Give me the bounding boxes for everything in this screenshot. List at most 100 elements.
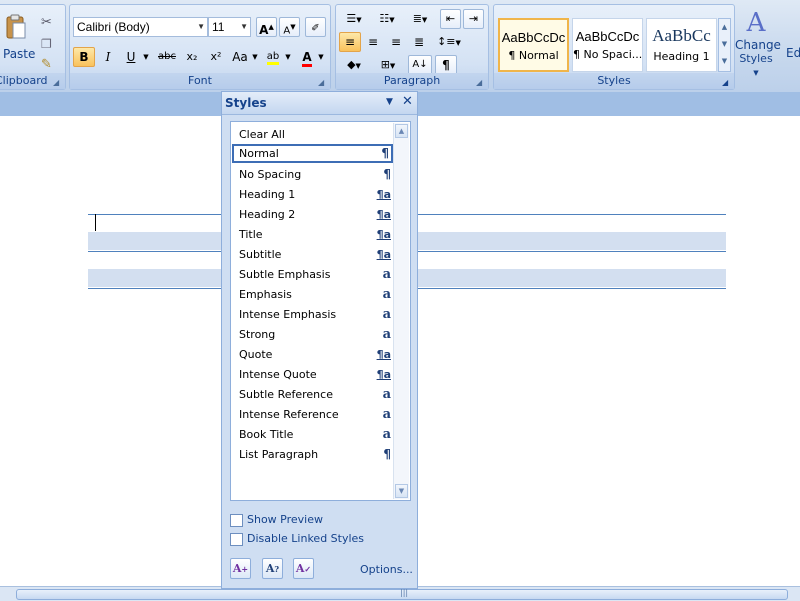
style-item-emphasis[interactable]: Emphasis a [232,285,393,304]
show-formatting-marks-button[interactable]: ¶ [435,55,457,75]
styles-list[interactable]: Clear All Normal ¶ No Spacing ¶ Heading … [230,121,411,501]
bullet-list-icon: ☰ [346,12,357,25]
multilevel-list-button[interactable]: ≣▼ [405,9,435,29]
justify-button[interactable]: ≣ [408,32,430,52]
underline-dropdown-icon[interactable]: ▼ [141,47,151,67]
change-case-button[interactable]: Aa [229,47,251,67]
grow-font-button[interactable]: A▲ [256,17,277,37]
chevron-up-icon[interactable]: ▲ [719,19,730,36]
font-name-combo[interactable]: Calibri (Body) ▼ [73,17,208,37]
chevron-down-icon[interactable]: ▼ [719,36,730,53]
scroll-down-icon[interactable]: ▼ [395,484,408,498]
pane-menu-chevron-icon[interactable]: ▼ [386,97,393,107]
styles-launcher-icon[interactable]: ◢ [722,78,731,87]
style-item-subtle-reference[interactable]: Subtle Reference a [232,385,393,404]
align-left-button[interactable]: ≡ [339,32,361,52]
align-right-icon: ≡ [390,35,402,49]
style-item-list-paragraph[interactable]: List Paragraph ¶ [232,445,393,464]
change-styles-button[interactable]: A Change Styles ▼ [735,8,781,77]
underline-button[interactable]: U [121,47,141,67]
new-style-icon: A+ [232,562,249,575]
show-preview-label: Show Preview [247,513,323,526]
font-name-value: Calibri (Body) [77,20,150,34]
style-item-book-title[interactable]: Book Title a [232,425,393,444]
paragraph-launcher-icon[interactable]: ◢ [476,78,485,87]
more-icon[interactable]: ▼ [719,53,730,70]
style-item-subtitle[interactable]: Subtitle ¶a [232,245,393,264]
paste-button[interactable]: Paste [3,47,35,61]
style-item-no-spacing[interactable]: No Spacing ¶ [232,165,393,184]
editing-group-partial[interactable]: Ed [786,46,800,60]
style-item-quote[interactable]: Quote ¶a [232,345,393,364]
pilcrow-icon: ¶ [442,58,450,72]
format-painter-icon[interactable]: ✎ [41,57,52,72]
show-preview-row[interactable]: Show Preview [230,513,323,529]
style-item-title[interactable]: Title ¶a [232,225,393,244]
copy-icon[interactable]: ❐ [41,37,52,51]
sort-button[interactable]: A↓ [408,55,432,75]
superscript-button[interactable]: x² [205,47,227,67]
change-case-dropdown-icon[interactable]: ▼ [250,47,260,67]
numbering-button[interactable]: ☷▼ [372,9,402,29]
bold-button[interactable]: B [73,47,95,67]
font-group-label: Font [70,73,330,89]
cut-icon[interactable]: ✂ [41,15,52,30]
style-item-intense-emphasis[interactable]: Intense Emphasis a [232,305,393,324]
character-style-icon: a [382,407,391,422]
paste-icon[interactable] [5,13,27,41]
close-icon[interactable]: ✕ [402,94,413,109]
linked-style-icon: ¶a [376,348,391,361]
style-item-label: Clear All [239,128,285,141]
style-item-label: Strong [239,328,276,341]
highlight-dropdown-icon[interactable]: ▼ [283,47,293,67]
linked-style-icon: ¶a [376,248,391,261]
increase-indent-icon: ⇥ [468,12,479,25]
style-tile-heading-1[interactable]: AaBbCc Heading 1 [646,18,717,72]
font-color-button[interactable]: A [297,47,317,67]
style-inspector-button[interactable]: A? [262,558,283,579]
style-item-heading-1[interactable]: Heading 1 ¶a [232,185,393,204]
styles-list-scrollbar[interactable]: ▲ ▼ [393,123,409,499]
style-item-subtle-emphasis[interactable]: Subtle Emphasis a [232,265,393,284]
options-link[interactable]: Options... [360,563,413,576]
highlight-button[interactable]: ab [262,47,284,67]
scroll-up-icon[interactable]: ▲ [395,124,408,138]
increase-indent-button[interactable]: ⇥ [463,9,484,29]
font-color-dropdown-icon[interactable]: ▼ [316,47,326,67]
styles-gallery-scroll[interactable]: ▲ ▼ ▼ [718,18,731,72]
style-item-intense-reference[interactable]: Intense Reference a [232,405,393,424]
show-preview-checkbox[interactable] [230,513,243,527]
new-style-button[interactable]: A+ [230,558,251,579]
style-item-intense-quote[interactable]: Intense Quote ¶a [232,365,393,384]
style-tile-normal[interactable]: AaBbCcDc ¶ Normal [498,18,569,72]
align-center-button[interactable]: ≡ [362,32,384,52]
style-item-clear-all[interactable]: Clear All [232,125,393,144]
clear-formatting-button[interactable]: ✐ [305,17,326,37]
style-item-label: Title [239,228,263,241]
styles-pane: Styles ▼ ✕ Clear All Normal ¶ No Spacing… [221,91,418,589]
font-launcher-icon[interactable]: ◢ [318,78,327,87]
strikethrough-button[interactable]: abc [155,47,179,67]
style-tile-no-spacing[interactable]: AaBbCcDc ¶ No Spaci... [572,18,643,72]
shrink-font-button[interactable]: A▼ [279,17,300,37]
bullets-button[interactable]: ☰▼ [339,9,369,29]
paint-bucket-icon: ◆ [347,58,356,71]
subscript-button[interactable]: x₂ [181,47,203,67]
disable-linked-row[interactable]: Disable Linked Styles [230,532,364,548]
shading-button[interactable]: ◆▼ [339,55,369,75]
line-spacing-button[interactable]: ↕≡▼ [434,32,464,52]
style-item-normal[interactable]: Normal ¶ [232,144,393,163]
italic-button[interactable]: I [97,47,119,67]
style-item-label: Subtitle [239,248,282,261]
style-item-heading-2[interactable]: Heading 2 ¶a [232,205,393,224]
styles-pane-header[interactable]: Styles ▼ ✕ [222,92,417,115]
font-size-combo[interactable]: 11 ▼ [208,17,251,37]
manage-styles-button[interactable]: A✓ [293,558,314,579]
clipboard-launcher-icon[interactable]: ◢ [53,78,62,87]
change-styles-label-2: Styles [739,52,773,65]
style-item-strong[interactable]: Strong a [232,325,393,344]
decrease-indent-button[interactable]: ⇤ [440,9,461,29]
align-right-button[interactable]: ≡ [385,32,407,52]
disable-linked-styles-checkbox[interactable] [230,532,243,546]
borders-button[interactable]: ⊞▼ [373,55,403,75]
